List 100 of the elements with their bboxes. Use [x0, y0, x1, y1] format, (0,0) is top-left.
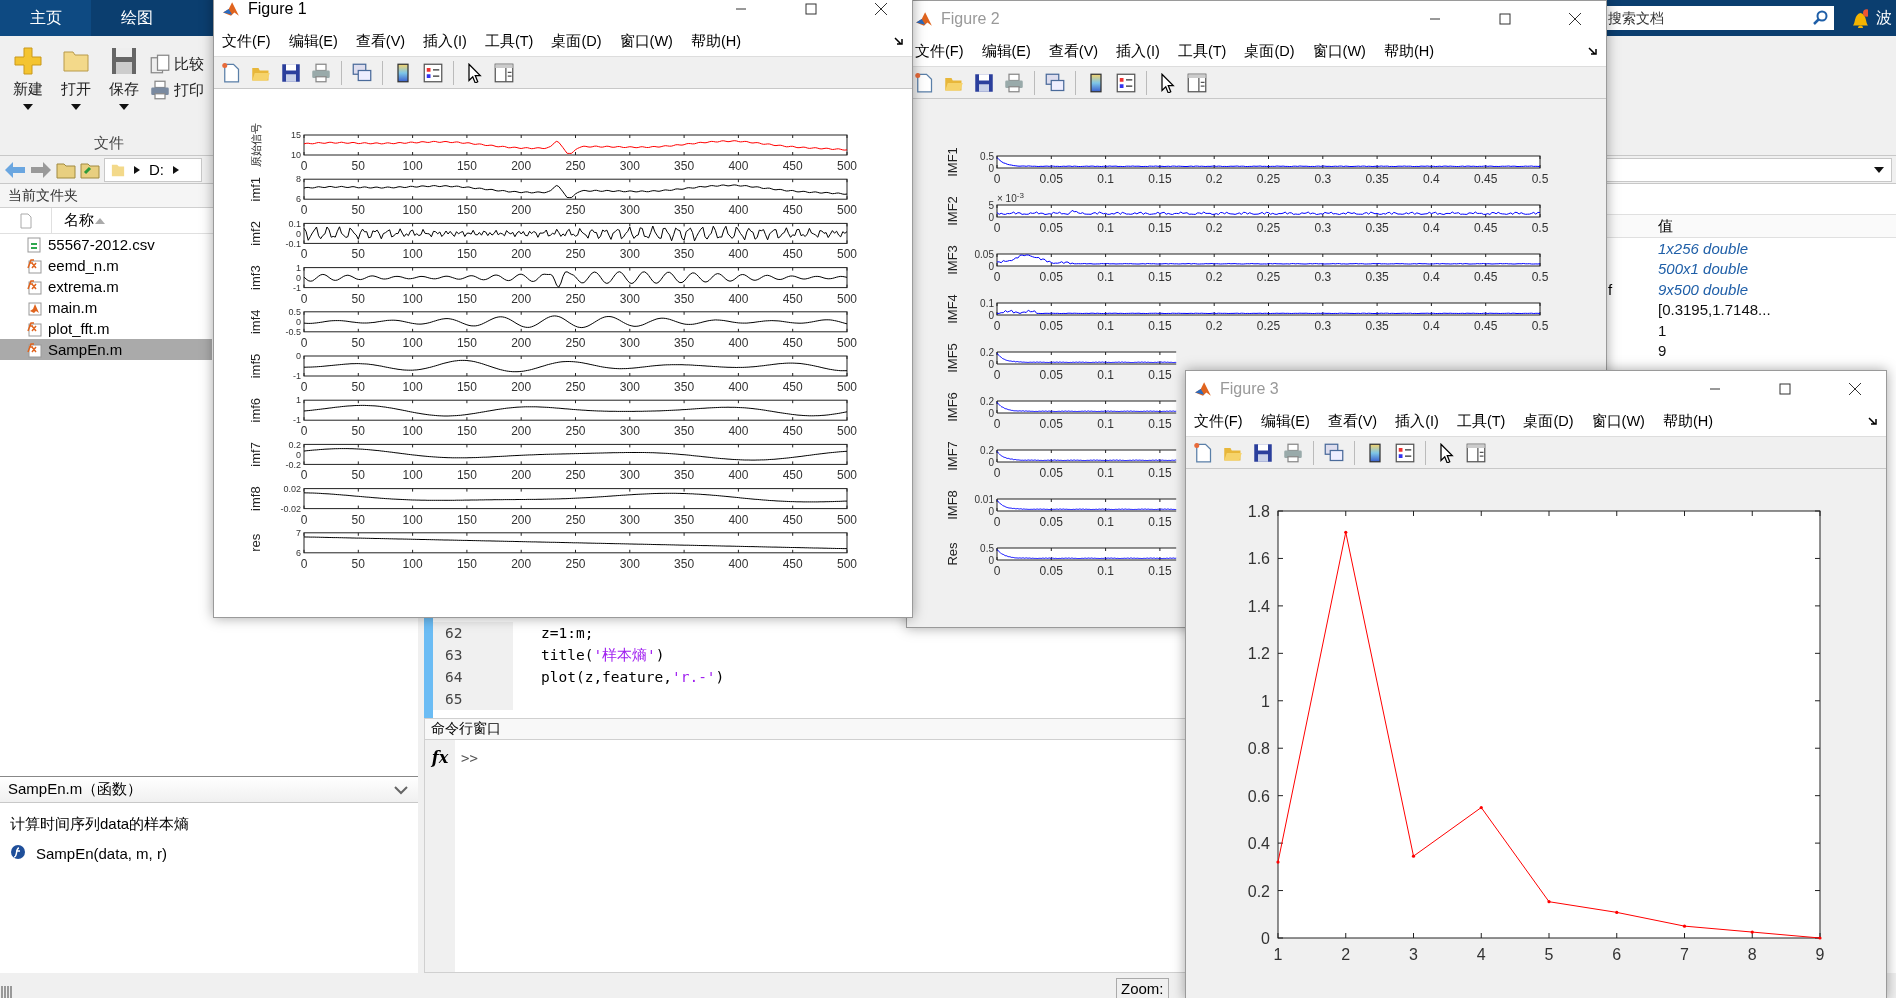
tick-label: 0 — [988, 554, 994, 566]
function-browser-icon[interactable]: fx — [431, 748, 449, 768]
tick-label: 0.05 — [1039, 515, 1063, 529]
menu-item[interactable]: 桌面(D) — [1523, 412, 1574, 431]
tick-label: 0 — [988, 211, 994, 223]
menu-item[interactable]: 帮助(H) — [1383, 42, 1435, 61]
tick-label: 0 — [296, 449, 301, 460]
menu-item[interactable]: 窗口(W) — [1312, 42, 1366, 61]
ribbon-button[interactable]: 比较 — [150, 54, 204, 74]
tick-label: 0.2 — [1205, 172, 1223, 186]
menu-item[interactable]: 编辑(E) — [981, 42, 1031, 61]
menu-item[interactable]: 编辑(E) — [288, 32, 338, 51]
ribbon-button[interactable]: 打开 — [54, 44, 98, 134]
tick-label: 1.2 — [1247, 645, 1270, 663]
menu-item[interactable]: 文件(F) — [1194, 412, 1243, 431]
tick-label: 0 — [300, 380, 308, 394]
tick-label: -0.2 — [285, 459, 301, 470]
file-item[interactable]: eemd_n.m — [0, 255, 212, 276]
maximize-icon[interactable] — [805, 3, 817, 15]
tick-label: 450 — [782, 291, 803, 306]
tick-label: 400 — [728, 247, 749, 262]
chevron-down-icon[interactable] — [394, 784, 408, 795]
menu-item[interactable]: 窗口(W) — [1591, 412, 1645, 431]
menu-item[interactable]: 查看(V) — [1048, 42, 1099, 61]
tick-label: 250 — [565, 424, 586, 439]
search-icon[interactable] — [1813, 10, 1829, 26]
tick-label: 0.5 — [1531, 270, 1549, 284]
details-title: SampEn.m（函数） — [8, 780, 143, 799]
maximize-icon[interactable] — [1779, 383, 1791, 395]
file-item[interactable]: plot_fft.m — [0, 318, 212, 339]
menu-item[interactable]: 文件(F) — [222, 32, 271, 51]
menu-item[interactable]: 工具(T) — [1177, 42, 1227, 61]
tick-label: 0.8 — [1247, 740, 1270, 758]
tick-label: 0.45 — [1474, 270, 1498, 284]
tick-label: 150 — [456, 512, 477, 527]
tick-label: 0 — [993, 466, 1001, 480]
axis-exponent: × 10$^{-3}$ — [997, 191, 1024, 204]
tick-label: 300 — [619, 468, 640, 483]
close-icon[interactable] — [1848, 382, 1862, 396]
dock-arrow-icon[interactable] — [894, 36, 904, 47]
menu-item[interactable]: 桌面(D) — [551, 32, 602, 51]
tick-label: 0.4 — [1423, 172, 1440, 186]
tick-label: 250 — [565, 291, 586, 306]
variable-value: 9 — [1658, 342, 1668, 360]
tick-label: 400 — [728, 291, 749, 306]
dock-arrow-icon[interactable] — [1868, 416, 1878, 427]
tick-label: 0.15 — [1148, 466, 1172, 480]
tick-label: 0.15 — [1148, 515, 1172, 529]
menu-item[interactable]: 编辑(E) — [1260, 412, 1310, 431]
path-segment[interactable]: D: — [149, 161, 164, 178]
menu-item[interactable]: 查看(V) — [355, 32, 406, 51]
property-panel-icon — [494, 62, 514, 83]
tick-label: 0.15 — [1148, 172, 1172, 186]
file-item[interactable]: SampEn.m — [0, 339, 212, 360]
menu-item[interactable]: 插入(I) — [423, 32, 467, 51]
matlab-logo-icon — [222, 0, 240, 18]
tick-label: 0 — [1261, 930, 1270, 947]
search-field[interactable]: 搜索文档 — [1604, 6, 1834, 30]
menu-item[interactable]: 帮助(H) — [690, 32, 742, 51]
dock-arrow-icon[interactable] — [1588, 46, 1598, 57]
ribbon-tab[interactable]: 绘图 — [91, 0, 182, 36]
print-icon — [311, 62, 331, 83]
window-title: Figure 2 — [941, 10, 1000, 28]
command-prompt: >> — [461, 750, 478, 768]
line-number: 65 — [433, 688, 513, 710]
menu-item[interactable]: 插入(I) — [1116, 42, 1160, 61]
menu-item[interactable]: 工具(T) — [484, 32, 534, 51]
ribbon-button[interactable]: 打印 — [150, 80, 204, 100]
tick-label: 250 — [565, 380, 586, 394]
ribbon-button[interactable]: 新建 — [6, 44, 50, 134]
close-icon[interactable] — [874, 2, 888, 16]
tick-label: 50 — [351, 291, 365, 306]
tick-label: 0.05 — [1039, 466, 1063, 480]
maximize-icon[interactable] — [1499, 13, 1511, 25]
file-item[interactable]: main.m — [0, 297, 212, 318]
tick-label: 1.4 — [1247, 597, 1270, 615]
property-panel-icon — [1466, 442, 1486, 463]
axis-label: 原始信号 — [250, 123, 262, 167]
menu-item[interactable]: 窗口(W) — [619, 32, 673, 51]
tick-label: 200 — [511, 556, 532, 571]
menu-item[interactable]: 插入(I) — [1395, 412, 1439, 431]
tick-label: 0.05 — [1039, 368, 1063, 382]
function-file-icon — [26, 320, 42, 337]
menu-item[interactable]: 查看(V) — [1327, 412, 1378, 431]
menu-item[interactable]: 桌面(D) — [1244, 42, 1295, 61]
menu-item[interactable]: 帮助(H) — [1662, 412, 1714, 431]
ribbon-button[interactable]: 保存 — [102, 44, 146, 134]
user-name[interactable]: 波 — [1876, 7, 1892, 29]
path-field[interactable]: D: — [104, 157, 202, 182]
browse-folder-icon[interactable] — [80, 160, 100, 179]
ribbon-tab[interactable]: 主页 — [0, 0, 91, 36]
file-item[interactable]: 55567-2012.csv — [0, 234, 212, 255]
tick-label: 0.15 — [1148, 368, 1172, 382]
menu-item[interactable]: 工具(T) — [1456, 412, 1506, 431]
menu-item[interactable]: 文件(F) — [915, 42, 964, 61]
close-icon[interactable] — [1568, 12, 1582, 26]
file-item[interactable]: extrema.m — [0, 276, 212, 297]
axis-label: IMF1 — [945, 147, 960, 177]
tick-label: 450 — [782, 159, 803, 173]
column-header[interactable]: 名称 — [64, 211, 94, 230]
